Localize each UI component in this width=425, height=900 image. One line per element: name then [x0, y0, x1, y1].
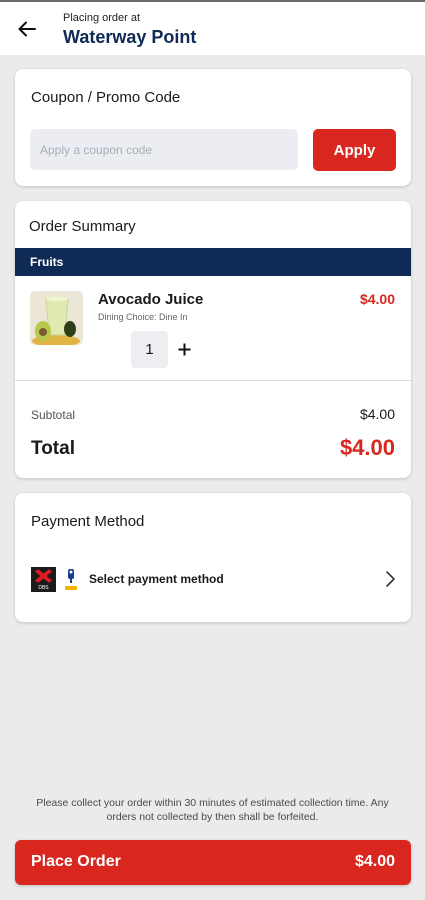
coupon-card: Coupon / Promo Code Apply [15, 69, 411, 186]
avocado-juice-image [30, 291, 83, 345]
place-order-total: $4.00 [354, 853, 395, 870]
subtotal-value: $4.00 [359, 406, 395, 422]
select-payment-method-row[interactable]: DBS Select payment method [15, 557, 411, 601]
quantity-value[interactable]: 1 [131, 331, 168, 368]
plus-icon [178, 343, 190, 355]
back-button[interactable] [14, 16, 40, 42]
payment-method-card: Payment Method DBS Select payment method [15, 493, 411, 622]
coupon-title: Coupon / Promo Code [31, 89, 181, 106]
divider [15, 380, 411, 381]
total-value: $4.00 [339, 435, 395, 460]
place-order-label: Place Order [31, 853, 121, 870]
chevron-right-icon [386, 571, 395, 587]
subtotal-label: Subtotal [31, 408, 76, 422]
header-subtitle: Placing order at [63, 12, 141, 24]
payment-method-title: Payment Method [31, 513, 145, 530]
dbs-icon: DBS [31, 567, 56, 592]
svg-text:DBS: DBS [38, 585, 49, 591]
coupon-input[interactable] [30, 129, 298, 170]
category-header: Fruits [15, 248, 411, 276]
place-order-button[interactable]: Place Order $4.00 [15, 840, 411, 885]
apply-button[interactable]: Apply [313, 129, 396, 171]
item-price: $4.00 [359, 291, 395, 307]
arrow-left-icon [18, 21, 36, 37]
order-summary-title: Order Summary [29, 218, 136, 235]
quantity-increase-button[interactable] [174, 334, 194, 364]
select-payment-label: Select payment method [89, 572, 224, 586]
total-label: Total [31, 438, 75, 459]
paylah-icon [63, 567, 79, 593]
app-header: Placing order at Waterway Point [0, 0, 425, 55]
dining-choice: Dining Choice: Dine In [98, 312, 188, 322]
collection-notice: Please collect your order within 30 minu… [36, 797, 389, 823]
store-name: Waterway Point [63, 27, 197, 47]
order-summary-card: Order Summary Fruits Avocado Juice $4.00… [15, 201, 411, 478]
item-name: Avocado Juice [98, 291, 204, 308]
